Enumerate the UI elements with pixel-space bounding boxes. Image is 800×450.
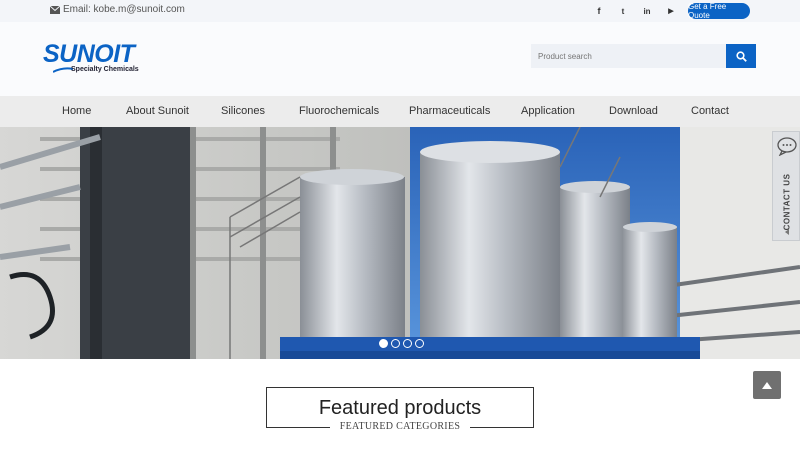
main-navigation: Home About Sunoit Silicones Fluorochemic… <box>0 96 800 127</box>
nav-item-application[interactable]: Application <box>521 105 575 117</box>
arrow-left-icon <box>785 229 789 235</box>
site-header: SUNOIT Specialty Chemicals <box>0 22 800 96</box>
slider-dot-4[interactable] <box>415 339 424 348</box>
youtube-icon[interactable]: ▶ <box>662 2 680 20</box>
free-quote-button[interactable]: Get a Free Quote <box>688 2 750 20</box>
search-button[interactable] <box>726 44 756 68</box>
logo-tagline: Specialty Chemicals <box>71 66 139 73</box>
featured-products-title: Featured products <box>318 397 482 419</box>
back-to-top-button[interactable] <box>753 371 781 399</box>
nav-item-about[interactable]: About Sunoit <box>126 105 189 117</box>
product-search-input[interactable] <box>531 44 726 68</box>
envelope-icon <box>50 5 60 14</box>
nav-item-fluorochemicals[interactable]: Fluorochemicals <box>299 105 379 117</box>
nav-item-home[interactable]: Home <box>62 105 91 117</box>
linkedin-icon[interactable]: in <box>638 2 656 20</box>
email-text: Email: kobe.m@sunoit.com <box>63 4 185 15</box>
search-icon <box>735 50 747 62</box>
contact-us-side-tab[interactable]: CONTACT US <box>772 131 800 241</box>
featured-categories-subtitle: FEATURED CATEGORIES <box>330 421 470 433</box>
email-contact[interactable]: Email: kobe.m@sunoit.com <box>50 4 185 15</box>
slider-dot-1[interactable] <box>379 339 388 348</box>
slider-dot-2[interactable] <box>391 339 400 348</box>
twitter-icon[interactable]: t <box>614 2 632 20</box>
nav-item-pharmaceuticals[interactable]: Pharmaceuticals <box>409 105 490 117</box>
industrial-tanks-photo <box>0 127 800 359</box>
sunoit-logo[interactable]: SUNOIT Specialty Chemicals <box>43 40 153 80</box>
nav-item-contact[interactable]: Contact <box>691 105 729 117</box>
chat-bubble-icon <box>777 137 797 156</box>
top-bar: Email: kobe.m@sunoit.com f t in ▶ Get a … <box>0 0 800 22</box>
caret-up-icon <box>762 381 772 389</box>
logo-swoosh-icon <box>53 67 73 73</box>
nav-item-download[interactable]: Download <box>609 105 658 117</box>
facebook-icon[interactable]: f <box>590 2 608 20</box>
contact-us-label: CONTACT US <box>782 173 792 231</box>
logo-wordmark: SUNOIT <box>43 40 135 68</box>
slider-pagination <box>379 339 424 348</box>
slider-dot-3[interactable] <box>403 339 412 348</box>
nav-item-silicones[interactable]: Silicones <box>221 105 265 117</box>
hero-banner-image[interactable] <box>0 127 800 359</box>
